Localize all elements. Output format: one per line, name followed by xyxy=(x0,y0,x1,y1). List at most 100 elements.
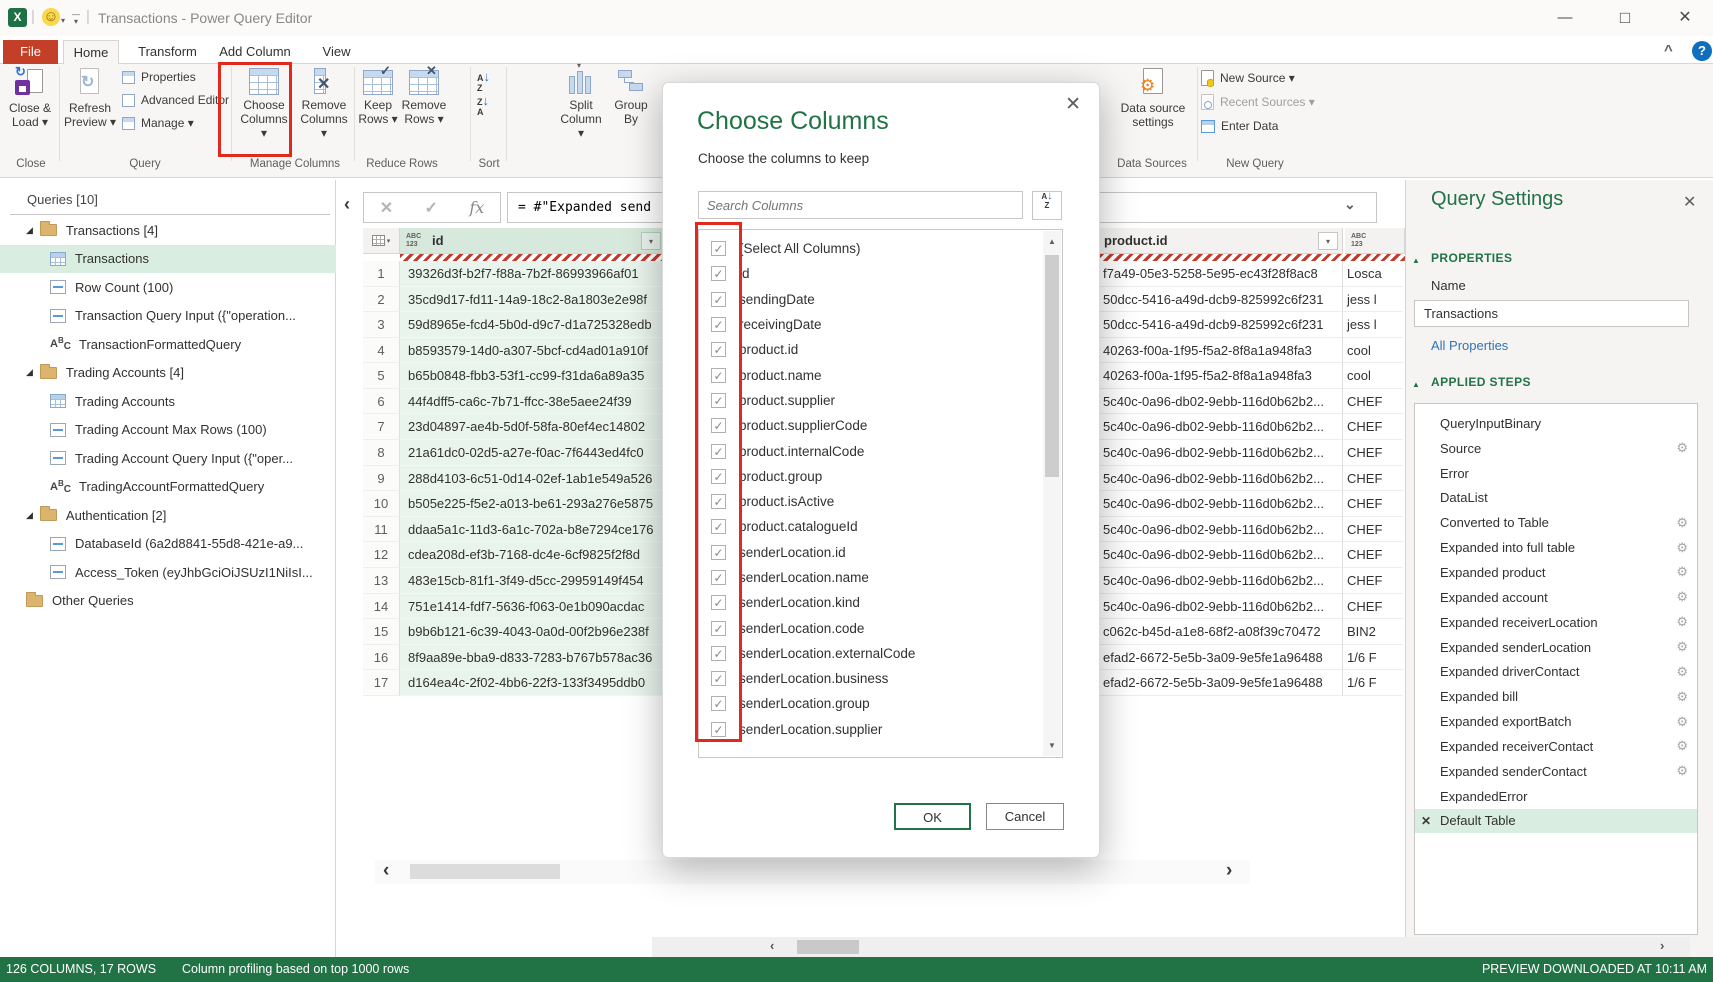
checkbox-checked-icon[interactable] xyxy=(711,241,726,256)
step-settings-gear-icon[interactable]: ⚙ xyxy=(1676,763,1688,779)
split-column-button[interactable]: ▾ Split Column ▾ xyxy=(556,68,606,140)
checkbox-checked-icon[interactable] xyxy=(711,722,726,737)
query-tree-item[interactable]: ◢Authentication [2] xyxy=(0,501,336,530)
cell-product-name[interactable]: CHEF xyxy=(1343,542,1403,568)
properties-collapse-icon[interactable]: ▲ xyxy=(1412,256,1420,265)
window-hscrollbar-thumb[interactable] xyxy=(797,940,859,954)
cell-product-name[interactable]: 1/6 F xyxy=(1343,670,1403,696)
cell-id[interactable]: 39326d3f-b2f7-f88a-7b2f-86993966af01 xyxy=(400,261,663,287)
cell-product-name[interactable]: cool xyxy=(1343,363,1403,389)
column-list-item[interactable]: (Select All Columns) xyxy=(701,236,1031,261)
status-profiling-info[interactable]: Column profiling based on top 1000 rows xyxy=(182,962,409,976)
cell-id[interactable]: 59d8965e-fcd4-5b0d-d9c7-d1a725328edb xyxy=(400,312,663,338)
row-number[interactable]: 12 xyxy=(363,542,400,568)
column-header-partial[interactable]: ABC123 xyxy=(1345,228,1405,254)
cell-product-name[interactable]: cool xyxy=(1343,338,1403,364)
query-tree-item[interactable]: Row Count (100) xyxy=(0,273,336,302)
checkbox-checked-icon[interactable] xyxy=(711,545,726,560)
applied-step[interactable]: ✕Default Table xyxy=(1415,809,1697,834)
cell-product-name[interactable]: CHEF xyxy=(1343,594,1403,620)
query-tree-item[interactable]: Trading Account Query Input ({"oper... xyxy=(0,444,336,473)
row-number[interactable]: 9 xyxy=(363,466,400,492)
cell-product-id[interactable]: 5c40c-0a96-db02-9ebb-116d0b62b2... xyxy=(1100,491,1343,517)
ok-button[interactable]: OK xyxy=(894,803,971,830)
dialog-close-icon[interactable]: ✕ xyxy=(1065,93,1081,116)
cell-product-name[interactable]: Losca xyxy=(1343,261,1403,287)
row-number[interactable]: 11 xyxy=(363,517,400,543)
step-settings-gear-icon[interactable]: ⚙ xyxy=(1676,589,1688,605)
column-list-item[interactable]: senderLocation.code xyxy=(701,615,1031,640)
cell-product-id[interactable]: 5c40c-0a96-db02-9ebb-116d0b62b2... xyxy=(1100,594,1343,620)
enter-data-button[interactable]: Enter Data xyxy=(1201,117,1315,135)
applied-step[interactable]: Expanded receiverLocation⚙ xyxy=(1415,610,1697,635)
cell-id[interactable]: 8f9aa89e-bba9-d833-7283-b767b578ac36 xyxy=(400,645,663,671)
column-filter-dropdown-id[interactable]: ▾ xyxy=(641,232,661,250)
new-source-button[interactable]: New Source ▾ xyxy=(1201,69,1315,87)
step-settings-gear-icon[interactable]: ⚙ xyxy=(1676,540,1688,556)
help-icon[interactable]: ? xyxy=(1692,41,1712,61)
checkbox-checked-icon[interactable] xyxy=(711,444,726,459)
column-list-item[interactable]: receivingDate xyxy=(701,312,1031,337)
applied-step[interactable]: Expanded bill⚙ xyxy=(1415,684,1697,709)
column-list-item[interactable]: product.supplier xyxy=(701,388,1031,413)
manage-button[interactable]: Manage ▾ xyxy=(122,114,229,132)
close-window-button[interactable]: ✕ xyxy=(1668,6,1702,30)
cell-product-name[interactable]: CHEF xyxy=(1343,517,1403,543)
checkbox-checked-icon[interactable] xyxy=(711,393,726,408)
tab-transform[interactable]: Transform xyxy=(134,40,201,64)
all-properties-link[interactable]: All Properties xyxy=(1431,338,1508,353)
query-name-input[interactable] xyxy=(1414,300,1689,327)
search-columns-input[interactable] xyxy=(698,191,1023,219)
applied-step[interactable]: ExpandedError xyxy=(1415,784,1697,809)
tab-home[interactable]: Home xyxy=(63,40,119,64)
checkbox-checked-icon[interactable] xyxy=(711,469,726,484)
cell-product-name[interactable]: 1/6 F xyxy=(1343,645,1403,671)
cell-product-id[interactable]: 5c40c-0a96-db02-9ebb-116d0b62b2... xyxy=(1100,389,1343,415)
step-settings-gear-icon[interactable]: ⚙ xyxy=(1676,664,1688,680)
cell-product-id[interactable]: 5c40c-0a96-db02-9ebb-116d0b62b2... xyxy=(1100,414,1343,440)
row-number[interactable]: 2 xyxy=(363,287,400,313)
cell-id[interactable]: 483e15cb-81f1-3f49-d5cc-29959149f454 xyxy=(400,568,663,594)
tree-expand-caret-icon[interactable]: ◢ xyxy=(26,225,33,236)
cell-product-name[interactable]: BIN2 xyxy=(1343,619,1403,645)
column-list-item[interactable]: product.name xyxy=(701,362,1031,387)
step-settings-gear-icon[interactable]: ⚙ xyxy=(1676,614,1688,630)
dialog-sort-button[interactable]: A↓Z xyxy=(1032,191,1062,220)
sort-descending-button[interactable]: Z↓A xyxy=(477,96,499,116)
cell-product-name[interactable]: CHEF xyxy=(1343,466,1403,492)
column-list-item[interactable]: senderLocation.group xyxy=(701,691,1031,716)
applied-step[interactable]: Expanded product⚙ xyxy=(1415,560,1697,585)
query-settings-close-icon[interactable]: ✕ xyxy=(1683,192,1696,212)
checkbox-checked-icon[interactable] xyxy=(711,696,726,711)
query-tree-item[interactable]: ABCTransactionFormattedQuery xyxy=(0,330,336,359)
row-number[interactable]: 8 xyxy=(363,440,400,466)
tree-expand-caret-icon[interactable]: ◢ xyxy=(26,510,33,521)
row-number[interactable]: 5 xyxy=(363,363,400,389)
row-number[interactable]: 14 xyxy=(363,594,400,620)
dialog-scrollbar-thumb[interactable] xyxy=(1045,255,1059,477)
row-number[interactable]: 13 xyxy=(363,568,400,594)
checkbox-checked-icon[interactable] xyxy=(711,595,726,610)
cell-id[interactable]: cdea208d-ef3b-7168-dc4e-6cf9825f2f8d xyxy=(400,542,663,568)
cell-product-id[interactable]: c062c-b45d-a1e8-68f2-a08f39c70472 xyxy=(1100,619,1343,645)
tab-view[interactable]: View xyxy=(318,40,355,64)
cell-product-name[interactable]: CHEF xyxy=(1343,440,1403,466)
cell-id[interactable]: 288d4103-6c51-0d14-02ef-1ab1e549a526 xyxy=(400,466,663,492)
cell-id[interactable]: 23d04897-ae4b-5d0f-58fa-80ef4ec14802 xyxy=(400,414,663,440)
remove-columns-button[interactable]: ✕ Remove Columns ▾ xyxy=(296,68,352,140)
checkbox-checked-icon[interactable] xyxy=(711,368,726,383)
cell-product-id[interactable]: 5c40c-0a96-db02-9ebb-116d0b62b2... xyxy=(1100,517,1343,543)
checkbox-checked-icon[interactable] xyxy=(711,570,726,585)
choose-columns-button[interactable]: Choose Columns ▾ xyxy=(236,68,292,140)
tab-add-column[interactable]: Add Column xyxy=(216,40,294,64)
formula-commit-icon[interactable]: ✓ xyxy=(425,198,438,218)
cell-product-name[interactable]: CHEF xyxy=(1343,389,1403,415)
applied-step[interactable]: Source⚙ xyxy=(1415,436,1697,461)
step-settings-gear-icon[interactable]: ⚙ xyxy=(1676,639,1688,655)
column-header-product-id[interactable]: product.id ▾ xyxy=(1100,228,1343,254)
column-type-icon[interactable]: ABC123 xyxy=(406,233,421,249)
checkbox-checked-icon[interactable] xyxy=(711,671,726,686)
cell-product-id[interactable]: 40263-f00a-1f95-f5a2-8f8a1a948fa3 xyxy=(1100,363,1343,389)
column-list-item[interactable]: product.id xyxy=(701,337,1031,362)
row-number[interactable]: 6 xyxy=(363,389,400,415)
